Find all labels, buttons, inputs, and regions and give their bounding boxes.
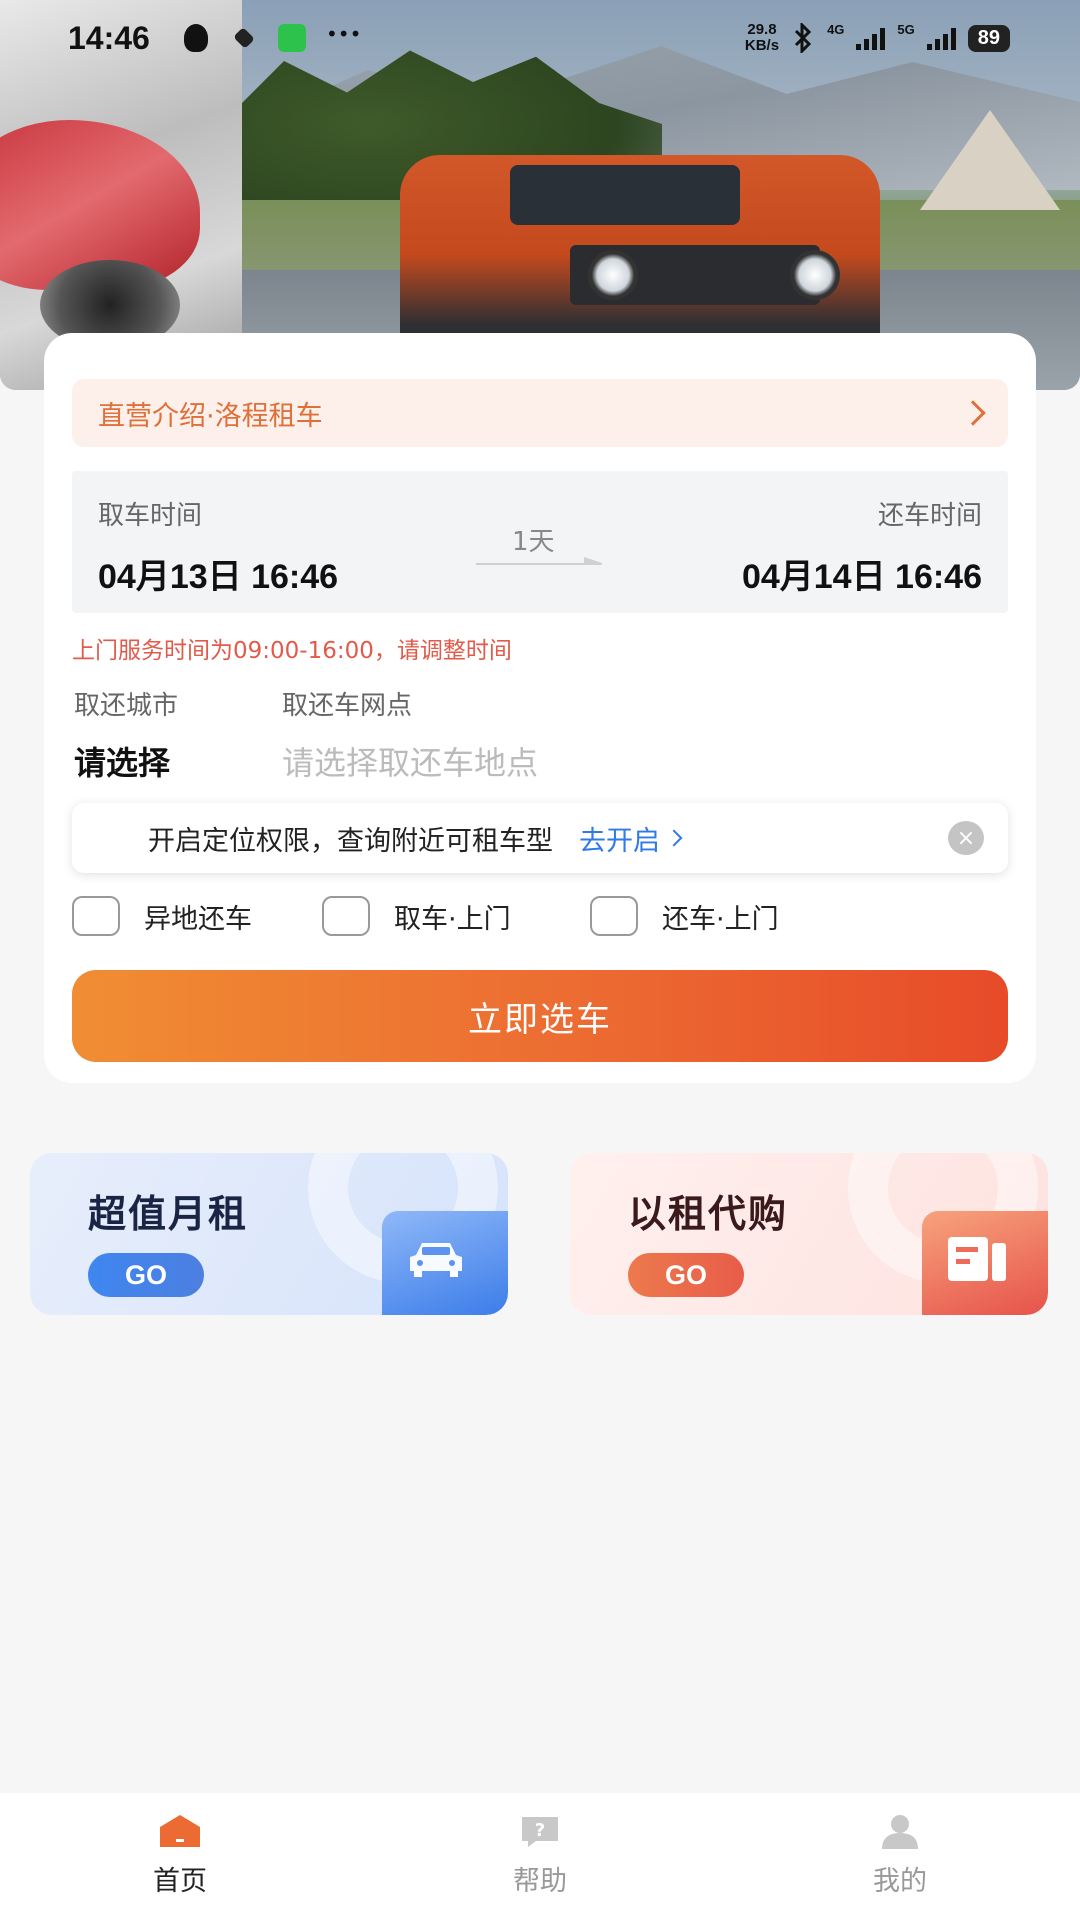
chevron-right-icon [960,400,986,426]
return-time-value[interactable]: 04月14日 16:46 [742,549,982,598]
checkbox[interactable] [590,896,638,936]
rental-duration: 1天 [512,527,555,557]
intro-label: 直营介绍·洛程租车 [98,400,323,432]
speed-value: 29.8 [747,21,777,38]
booking-card: 直营介绍·洛程租车 取车时间 04月13日 16:46 1天 还车时间 04月1… [44,333,1036,1083]
direct-intro-banner[interactable]: 直营介绍·洛程租车 [72,379,1008,447]
home-icon [160,1815,200,1847]
more-icon: ••• [326,22,362,46]
nav-home[interactable]: 首页 [100,1813,260,1898]
enable-location-label: 去开启 [579,825,660,857]
promo-rent-to-own[interactable]: 以租代购 GO [570,1153,1048,1315]
option-label: 还车·上门 [662,903,779,935]
go-button[interactable]: GO [628,1253,744,1297]
document-icon [922,1211,1048,1315]
signal-icon-2 [926,26,956,50]
point-label: 取还车网点 [282,691,413,721]
suv-headlight-left [588,250,638,300]
option-pickup-delivery[interactable]: 取车·上门 [322,896,511,936]
promo-title: 超值月租 [88,1192,249,1236]
nav-label: 帮助 [513,1866,567,1897]
battery-indicator: 89 [967,24,1010,52]
option-return-delivery[interactable]: 还车·上门 [590,896,779,936]
location-prompt-text: 开启定位权限，查询附近可租车型 [148,825,553,857]
speed-unit: KB/s [744,37,780,54]
status-bar: 14:46 ••• 29.8 KB/s 4G 5G 89 [0,0,1080,80]
rental-time-selector[interactable]: 取车时间 04月13日 16:46 1天 还车时间 04月14日 16:46 [72,471,1008,613]
city-label: 取还城市 [74,691,179,721]
checkbox[interactable] [72,896,120,936]
option-label: 取车·上门 [394,903,511,935]
promo-monthly-rental[interactable]: 超值月租 GO [30,1153,508,1315]
nav-help[interactable]: ? 帮助 [460,1813,620,1898]
close-icon[interactable]: × [948,821,984,855]
wechat-icon [278,24,306,52]
nav-mine[interactable]: 我的 [820,1813,980,1898]
go-button[interactable]: GO [88,1253,204,1297]
pickup-time-label: 取车时间 [98,501,203,531]
service-time-notice: 上门服务时间为09:00-16:00，请调整时间 [72,638,512,664]
suv-window [510,165,740,225]
city-select[interactable]: 请选择 [74,738,170,784]
select-car-button[interactable]: 立即选车 [72,970,1008,1062]
promo-title: 以租代购 [628,1192,789,1236]
signal-icon [856,26,886,50]
network-4g-label: 4G [827,22,845,37]
enable-location-link[interactable]: 去开启 [579,819,683,858]
user-icon [882,1815,918,1849]
suv-headlight-right [790,250,840,300]
bottom-nav: 首页 ? 帮助 我的 [0,1793,1080,1920]
bluetooth-icon [795,23,812,53]
status-time: 14:46 [68,20,150,56]
chevron-right-icon [665,829,683,847]
qq-icon [184,24,208,52]
network-5g-label: 5G [897,22,915,37]
help-icon: ? [522,1817,558,1847]
point-select[interactable]: 请选择取还车地点 [282,738,538,784]
arrow-right-icon [476,557,602,565]
nav-label: 我的 [873,1866,927,1897]
layers-icon [233,27,255,49]
option-remote-return[interactable]: 异地还车 [72,896,252,936]
service-options: 异地还车 取车·上门 还车·上门 [72,896,1008,946]
nav-label: 首页 [153,1866,207,1897]
location-permission-prompt: 开启定位权限，查询附近可租车型 去开启 × [72,803,1008,873]
svg-text:?: ? [535,1820,545,1841]
option-label: 异地还车 [144,903,252,935]
checkbox[interactable] [322,896,370,936]
status-right: 29.8 KB/s 4G 5G 89 [745,22,1010,54]
network-speed: 29.8 KB/s [745,22,779,54]
car-icon [382,1211,508,1315]
pickup-time-value[interactable]: 04月13日 16:46 [98,549,338,598]
return-time-label: 还车时间 [877,501,982,531]
